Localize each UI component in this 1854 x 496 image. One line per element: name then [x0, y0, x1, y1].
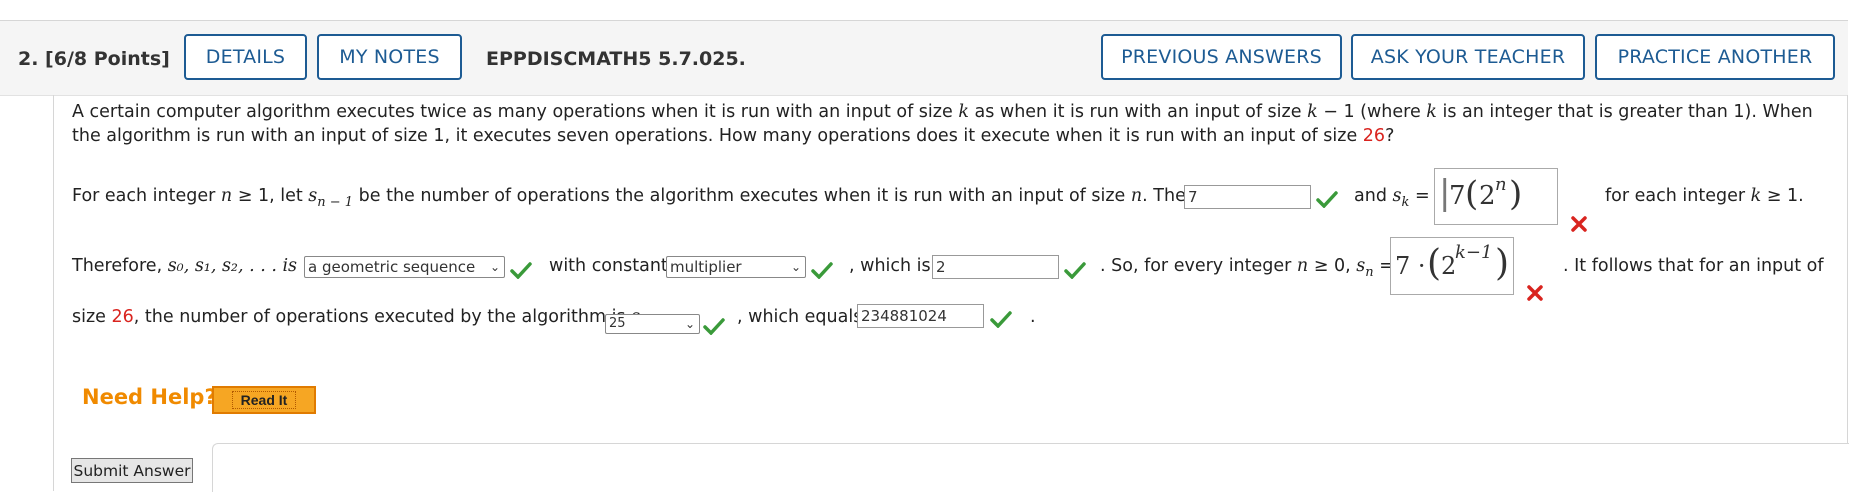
- input-size-value: 26: [1362, 126, 1386, 146]
- sk-base-2: 2: [1479, 181, 1496, 211]
- sequence-type-select[interactable]: a geometric sequence ⌄: [304, 256, 505, 278]
- ask-teacher-button[interactable]: ASK YOUR TEACHER: [1351, 34, 1585, 80]
- problem-statement: A certain computer algorithm executes tw…: [72, 102, 1813, 146]
- x-icon: [1527, 285, 1543, 301]
- check-icon: [703, 318, 725, 335]
- check-icon: [990, 311, 1012, 328]
- period: .: [1030, 307, 1036, 327]
- close-paren: ): [1509, 174, 1523, 214]
- check-icon: [510, 262, 532, 279]
- which-is-label: , which is: [849, 256, 931, 276]
- sn-answer-box[interactable]: 7 · ( 2 k−1 ): [1390, 237, 1514, 295]
- check-icon: [1064, 262, 1086, 279]
- submit-answer-button[interactable]: Submit Answer: [71, 458, 193, 483]
- left-border: [53, 95, 54, 491]
- open-paren: (: [1427, 243, 1442, 284]
- right-border: [1847, 95, 1848, 443]
- sn-base-2: 2: [1441, 252, 1457, 280]
- index-select[interactable]: 25 ⌄: [605, 314, 700, 334]
- line-s-definition: For each integer n ≥ 1, let sn − 1 be th…: [72, 186, 1240, 210]
- final-value-input[interactable]: 234881024: [857, 304, 984, 328]
- question-id: EPPDISCMATH5 5.7.025.: [486, 48, 746, 70]
- s0-input[interactable]: 7: [1184, 185, 1311, 209]
- sn-label: . So, for every integer n ≥ 0, sn =: [1100, 256, 1394, 280]
- sk-answer-box[interactable]: | 7 ( 2 n ): [1434, 168, 1558, 225]
- sk-label: and sk =: [1354, 186, 1430, 210]
- sk-condition: for each integer k ≥ 1.: [1605, 186, 1804, 206]
- constant-label: with constant: [549, 256, 668, 276]
- question-number: 2. [6/8 Points]: [18, 48, 170, 70]
- chevron-down-icon: ⌄: [790, 260, 801, 274]
- constant-type-select[interactable]: multiplier ⌄: [666, 256, 806, 278]
- chevron-down-icon: ⌄: [489, 260, 500, 274]
- read-it-button[interactable]: Read It: [212, 386, 316, 414]
- my-notes-button[interactable]: MY NOTES: [317, 34, 462, 80]
- line-final: size 26, the number of operations execut…: [72, 307, 640, 327]
- follows-text: . It follows that for an input of: [1563, 256, 1824, 276]
- check-icon: [1316, 191, 1338, 208]
- details-button[interactable]: DETAILS: [184, 34, 307, 80]
- submission-panel: [212, 443, 1849, 492]
- close-paren: ): [1495, 243, 1510, 284]
- which-equals-label: , which equals: [737, 307, 863, 327]
- x-icon: [1571, 216, 1587, 232]
- need-help-label: Need Help?: [82, 385, 217, 409]
- constant-value-input[interactable]: 2: [932, 255, 1059, 279]
- open-paren: (: [1465, 174, 1479, 214]
- chevron-down-icon: ⌄: [684, 317, 695, 331]
- check-icon: [811, 262, 833, 279]
- previous-answers-button[interactable]: PREVIOUS ANSWERS: [1101, 34, 1342, 80]
- practice-another-button[interactable]: PRACTICE ANOTHER: [1595, 34, 1835, 80]
- line-sequence: Therefore, s₀, s₁, s₂, . . . is: [72, 256, 298, 276]
